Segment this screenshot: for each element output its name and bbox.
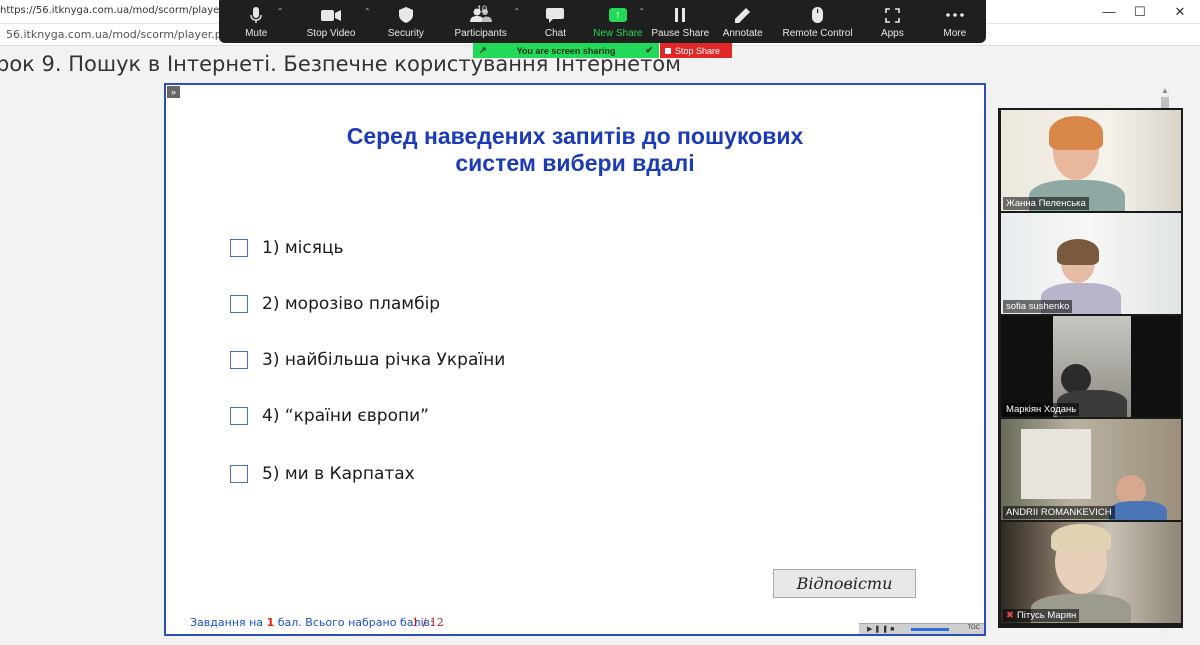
minimize-icon[interactable]: —: [1099, 4, 1119, 19]
player-controls[interactable]: ▶❚❚■ TOC: [859, 623, 984, 634]
window-title: https://56.itknyga.com.ua/mod/scorm/play…: [0, 5, 257, 16]
video-gallery: Жанна Пеленська sofia sushenko Маркіян Х…: [998, 108, 1183, 628]
stop-share-button[interactable]: Stop Share: [660, 43, 732, 58]
submit-answer-button[interactable]: Відповісти: [773, 569, 916, 598]
mouse-icon: [774, 6, 861, 24]
zoom-toolbar: ⌃ Mute ⌃ Stop Video Security 10 ⌃ Partic…: [219, 0, 986, 43]
expand-toc-button[interactable]: »: [167, 86, 180, 98]
answer-option[interactable]: 4) “країни європи”: [230, 405, 429, 427]
chevron-down-icon[interactable]: ⌃: [514, 7, 521, 16]
address-url[interactable]: 56.itknyga.com.ua/mod/scorm/player.php?: [6, 28, 242, 41]
pause-share-button[interactable]: Pause Share: [649, 0, 711, 43]
participant-hair: [1057, 239, 1099, 265]
apps-button[interactable]: Apps: [861, 0, 923, 43]
answer-option[interactable]: 2) морозіво пламбір: [230, 293, 440, 315]
video-tile[interactable]: ANDRII ROMANKEVICH: [1001, 419, 1181, 520]
video-tile[interactable]: ✖ Пітусь Марян: [1001, 522, 1181, 623]
pause-icon: [649, 6, 711, 24]
apps-icon: [861, 6, 923, 24]
maximize-icon[interactable]: ☐: [1130, 4, 1150, 20]
stop-square-icon: [665, 47, 671, 54]
score-counter: 1 / 12: [412, 616, 444, 629]
video-tile[interactable]: Жанна Пеленська: [1001, 110, 1181, 211]
scroll-up-icon[interactable]: ▲: [1160, 86, 1170, 96]
window-background: [1021, 429, 1091, 499]
participant-count: 10: [477, 4, 488, 14]
pencil-icon: [712, 6, 774, 24]
participant-name: ANDRII ROMANKEVICH: [1003, 506, 1115, 519]
more-dots-icon: [924, 6, 986, 24]
playback-buttons[interactable]: ▶❚❚■: [867, 625, 896, 633]
answer-checkbox[interactable]: [230, 239, 248, 257]
annotate-button[interactable]: Annotate: [712, 0, 774, 43]
answer-checkbox[interactable]: [230, 351, 248, 369]
mute-button[interactable]: ⌃ Mute: [225, 0, 287, 43]
stop-video-button[interactable]: ⌃ Stop Video: [287, 0, 374, 43]
new-share-button[interactable]: ↑ ⌃ New Share: [587, 0, 649, 43]
progress-slider[interactable]: [911, 628, 949, 631]
answer-checkbox[interactable]: [230, 407, 248, 425]
answer-checkbox[interactable]: [230, 295, 248, 313]
chat-button[interactable]: Chat: [524, 0, 586, 43]
share-arrow-icon: ↗: [479, 45, 487, 55]
chat-icon: [524, 6, 586, 24]
screen-sharing-banner: ↗ You are screen sharing ✔: [473, 43, 659, 58]
answer-checkbox[interactable]: [230, 465, 248, 483]
quiz-slide: » Серед наведених запитів до пошукових с…: [164, 83, 986, 636]
security-button[interactable]: Security: [375, 0, 437, 43]
muted-mic-icon: ✖: [1006, 610, 1014, 621]
more-button[interactable]: More: [924, 0, 986, 43]
close-icon[interactable]: ✕: [1170, 4, 1190, 20]
participant-name: Жанна Пеленська: [1003, 197, 1089, 210]
participant-name: ✖ Пітусь Марян: [1003, 609, 1080, 622]
participant-name: sofia sushenko: [1003, 300, 1073, 313]
shield-check-icon: ✔: [645, 45, 653, 55]
participant-name: Маркіян Ходань: [1003, 403, 1080, 416]
shield-icon: [375, 6, 437, 24]
participants-button[interactable]: 10 ⌃ Participants: [437, 0, 524, 43]
participant-hair: [1049, 116, 1103, 150]
answer-option[interactable]: 5) ми в Карпатах: [230, 463, 415, 485]
chevron-down-icon[interactable]: ⌃: [364, 7, 371, 16]
toc-button[interactable]: TOC: [967, 625, 980, 631]
video-tile[interactable]: Маркіян Ходань: [1001, 316, 1181, 417]
question-title: Серед наведених запитів до пошукових сис…: [346, 123, 804, 176]
chevron-down-icon[interactable]: ⌃: [638, 7, 645, 16]
answer-option[interactable]: 1) місяць: [230, 237, 344, 259]
answer-option[interactable]: 3) найбільша річка України: [230, 349, 505, 371]
chevron-down-icon[interactable]: ⌃: [277, 7, 284, 16]
remote-control-button[interactable]: Remote Control: [774, 0, 861, 43]
participant-body: [1109, 501, 1167, 520]
video-tile[interactable]: sofia sushenko: [1001, 213, 1181, 314]
task-points-text: Завдання на 1 бал. Всього набрано балів:: [190, 616, 434, 629]
participant-hair: [1051, 524, 1111, 552]
video-camera-icon: [287, 6, 374, 24]
